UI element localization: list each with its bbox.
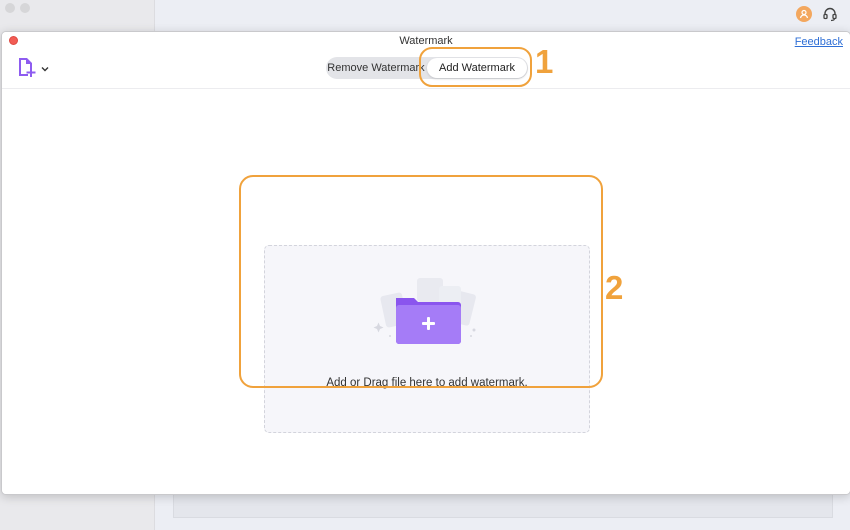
background-minimize-dot xyxy=(20,3,30,13)
background-card xyxy=(173,492,833,518)
feedback-link[interactable]: Feedback xyxy=(795,36,843,48)
content-area: Add or Drag file here to add watermark. xyxy=(2,89,850,494)
drop-zone-instruction: Add or Drag file here to add watermark. xyxy=(326,377,528,389)
background-close-dot xyxy=(5,3,15,13)
mode-tab-group: Remove Watermark Add Watermark xyxy=(326,57,528,79)
add-document-icon xyxy=(16,56,38,83)
title-bar: Watermark Feedback Remove Watermark Add … xyxy=(2,32,850,89)
step-number-1: 1 xyxy=(535,43,554,80)
headset-support-icon[interactable] xyxy=(822,6,838,22)
folder-add-icon xyxy=(373,278,483,353)
user-avatar-icon[interactable] xyxy=(796,6,812,22)
tab-add-watermark[interactable]: Add Watermark xyxy=(427,58,527,78)
window-title: Watermark xyxy=(399,35,453,47)
step-number-2: 2 xyxy=(605,269,624,306)
add-file-button[interactable] xyxy=(16,56,52,83)
watermark-window: Watermark Feedback Remove Watermark Add … xyxy=(1,31,850,495)
chevron-down-icon xyxy=(41,60,49,78)
tab-remove-watermark[interactable]: Remove Watermark xyxy=(326,57,426,79)
background-window-controls xyxy=(5,3,30,13)
file-drop-zone[interactable]: Add or Drag file here to add watermark. xyxy=(264,245,590,433)
